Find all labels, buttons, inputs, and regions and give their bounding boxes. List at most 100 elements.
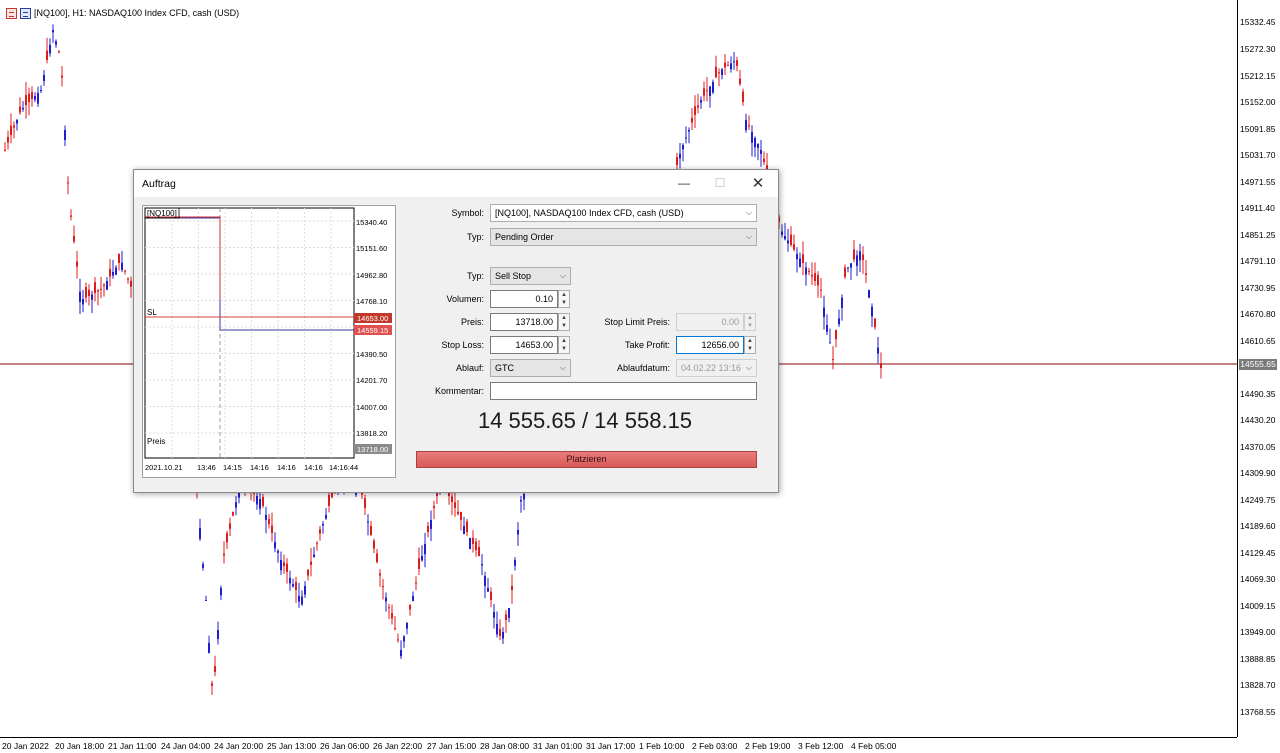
candle bbox=[79, 278, 81, 315]
take-profit-stepper[interactable]: ▲ ▼ bbox=[744, 336, 756, 354]
expiry-select[interactable]: GTC ⌵ bbox=[490, 359, 571, 377]
candle bbox=[265, 506, 267, 534]
preview-y-label: 14201.70 bbox=[356, 376, 387, 385]
candle bbox=[364, 494, 366, 515]
candle bbox=[859, 243, 861, 273]
price-axis-label: 15332.45 bbox=[1240, 17, 1276, 27]
volume-field[interactable]: 0.10 bbox=[490, 290, 558, 308]
candle bbox=[16, 118, 18, 131]
candle bbox=[865, 260, 867, 284]
time-axis-label: 1 Feb 10:00 bbox=[639, 741, 685, 751]
candle bbox=[709, 86, 711, 108]
candle bbox=[286, 558, 288, 584]
candle bbox=[727, 61, 729, 67]
candle bbox=[871, 303, 873, 327]
time-axis-label: 3 Feb 12:00 bbox=[798, 741, 844, 751]
candle bbox=[460, 511, 462, 531]
candle bbox=[85, 282, 87, 303]
candle bbox=[406, 622, 408, 635]
candle bbox=[88, 284, 90, 306]
candle bbox=[103, 283, 105, 297]
candle bbox=[322, 520, 324, 534]
preview-symbol-tag: [NQ100] bbox=[147, 209, 177, 218]
dialog-titlebar[interactable]: Auftrag — ☐ ✕ bbox=[134, 170, 778, 197]
chart-window-icon[interactable] bbox=[20, 7, 31, 19]
price-axis-label: 14069.30 bbox=[1240, 574, 1276, 584]
place-order-button[interactable]: Platzieren bbox=[416, 451, 757, 468]
candle bbox=[475, 538, 477, 557]
volume-stepper[interactable]: ▲ ▼ bbox=[558, 290, 570, 308]
preview-x-label: 14:16 bbox=[304, 463, 323, 472]
time-axis-label: 24 Jan 04:00 bbox=[161, 741, 211, 751]
price-axis-label: 13949.00 bbox=[1240, 627, 1276, 637]
pending-type-select[interactable]: Sell Stop ⌵ bbox=[490, 267, 571, 285]
stop-loss-field[interactable]: 14653.00 bbox=[490, 336, 558, 354]
time-axis-label: 25 Jan 13:00 bbox=[267, 741, 317, 751]
candle bbox=[421, 545, 423, 562]
candle bbox=[718, 68, 720, 87]
candle bbox=[274, 532, 276, 553]
symbol-select[interactable]: [NQ100], NASDAQ100 Index CFD, cash (USD)… bbox=[490, 204, 757, 222]
take-profit-field[interactable]: 12656.00 bbox=[676, 336, 744, 354]
maximize-icon[interactable]: ☐ bbox=[702, 172, 738, 194]
candle bbox=[511, 574, 513, 604]
dialog-title: Auftrag bbox=[142, 178, 176, 190]
candle bbox=[832, 346, 834, 370]
candle bbox=[688, 127, 690, 144]
preview-y-label: 14962.80 bbox=[356, 271, 387, 280]
candle bbox=[781, 224, 783, 238]
candle bbox=[319, 525, 321, 541]
preview-y-label: 14768.10 bbox=[356, 297, 387, 306]
stop-limit-field: 0.00 bbox=[676, 313, 744, 331]
candle bbox=[517, 522, 519, 546]
candle bbox=[43, 70, 45, 86]
candle bbox=[292, 578, 294, 588]
candle bbox=[118, 253, 120, 271]
candle bbox=[466, 518, 468, 537]
order-mode-select[interactable]: Pending Order ⌵ bbox=[490, 228, 757, 246]
close-icon[interactable]: ✕ bbox=[740, 172, 776, 194]
candle bbox=[115, 265, 117, 276]
candle bbox=[841, 294, 843, 321]
candle bbox=[307, 569, 309, 581]
candle bbox=[127, 277, 129, 284]
candle bbox=[760, 139, 762, 167]
minimize-icon[interactable]: — bbox=[666, 172, 702, 194]
candle bbox=[724, 54, 726, 75]
pending-type-label: Typ: bbox=[466, 271, 484, 281]
chart-title-bar: [NQ100], H1: NASDAQ100 Index CFD, cash (… bbox=[6, 6, 239, 20]
volume-label: Volumen: bbox=[446, 294, 484, 304]
candle bbox=[817, 271, 819, 298]
candle bbox=[394, 616, 396, 631]
candle bbox=[298, 583, 300, 608]
candle bbox=[430, 510, 432, 542]
candle bbox=[730, 56, 732, 73]
order-dialog: Auftrag — ☐ ✕ [NQ100] SL Preis 15340.40 1515… bbox=[133, 169, 779, 493]
bid-ask-quote: 14 555.65 / 14 558.15 bbox=[477, 408, 693, 433]
candle bbox=[508, 607, 510, 623]
chevron-down-icon: ⌵ bbox=[745, 232, 752, 241]
chart-settings-icon[interactable] bbox=[6, 7, 17, 19]
comment-field[interactable] bbox=[490, 382, 757, 400]
candle bbox=[493, 603, 495, 629]
candle bbox=[52, 24, 54, 43]
candle bbox=[754, 136, 756, 158]
candle bbox=[784, 222, 786, 241]
candle bbox=[757, 143, 759, 161]
candle bbox=[454, 492, 456, 517]
price-axis-label: 13888.85 bbox=[1240, 654, 1276, 664]
price-field[interactable]: 13718.00 bbox=[490, 313, 558, 331]
candle bbox=[745, 113, 747, 133]
candle bbox=[199, 518, 201, 541]
candle bbox=[13, 121, 15, 139]
price-stepper[interactable]: ▲ ▼ bbox=[558, 313, 570, 331]
chart-title: [NQ100], H1: NASDAQ100 Index CFD, cash (… bbox=[34, 8, 240, 18]
svg-text:14559.15: 14559.15 bbox=[357, 326, 388, 335]
candle bbox=[217, 621, 219, 645]
stop-loss-stepper[interactable]: ▲ ▼ bbox=[558, 336, 570, 354]
candle bbox=[391, 604, 393, 625]
candle bbox=[853, 240, 855, 263]
candle bbox=[850, 263, 852, 281]
candle bbox=[451, 493, 453, 516]
stop-limit-stepper: ▲ ▼ bbox=[744, 313, 756, 331]
